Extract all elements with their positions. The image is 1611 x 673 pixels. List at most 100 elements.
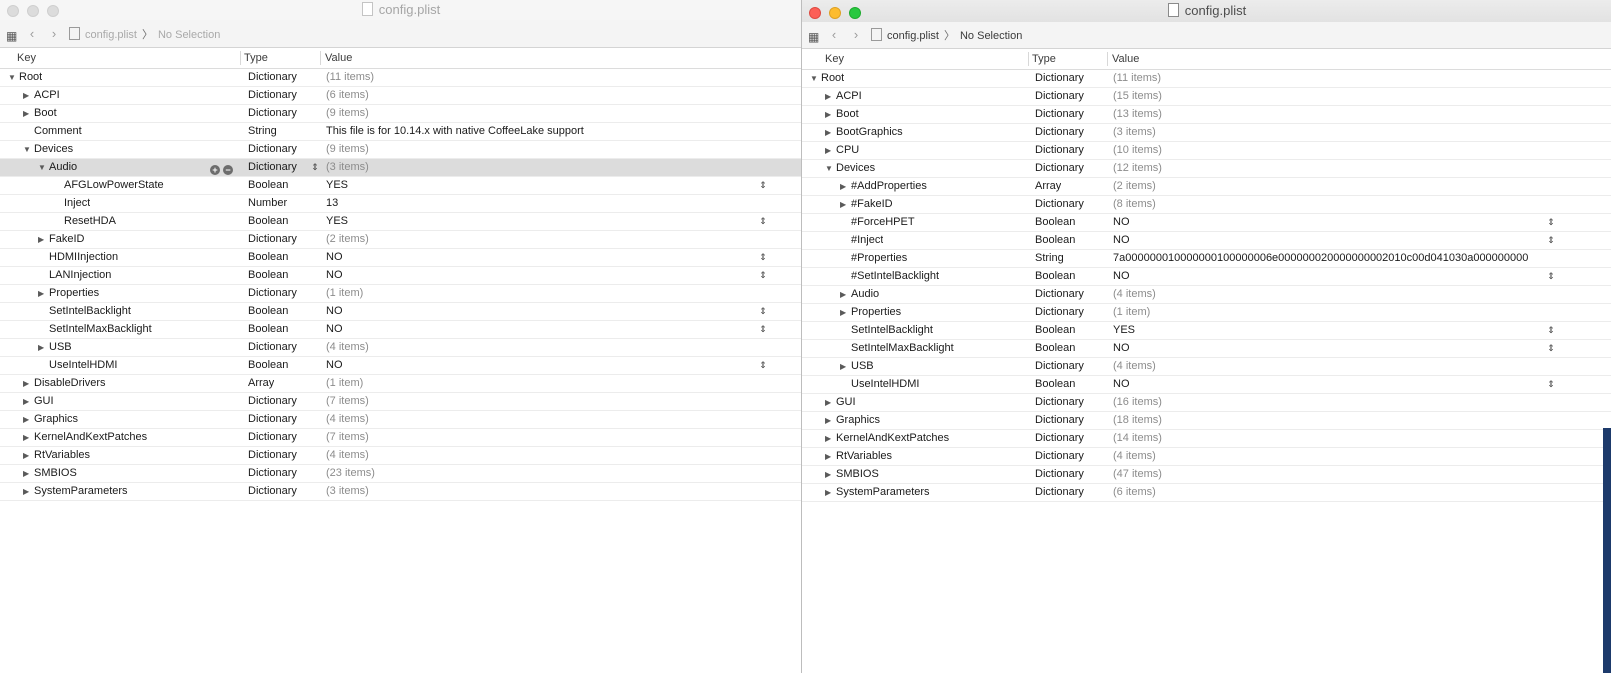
disclosure-right-icon[interactable]: ▶ — [840, 304, 851, 321]
disclosure-right-icon[interactable]: ▶ — [825, 142, 836, 159]
table-row[interactable]: ▼ Root Dictionary (11 items) — [0, 69, 802, 87]
disclosure-right-icon[interactable]: ▶ — [825, 106, 836, 123]
value-cell[interactable]: (4 items) — [1113, 286, 1592, 303]
key-cell[interactable]: ▼ Root — [8, 69, 42, 86]
disclosure-right-icon[interactable]: ▶ — [23, 411, 34, 428]
table-row[interactable]: ▶ #FakeID Dictionary (8 items) — [802, 196, 1611, 214]
type-cell[interactable]: Dictionary — [1035, 142, 1084, 159]
type-cell[interactable]: Dictionary — [248, 69, 297, 86]
table-row[interactable]: ▶ KernelAndKextPatches Dictionary (7 items) — [0, 429, 802, 447]
key-cell[interactable]: #Properties — [840, 250, 907, 267]
key-cell[interactable]: ▶ ACPI — [23, 87, 60, 104]
table-row[interactable]: ▶ USB Dictionary (4 items) — [0, 339, 802, 357]
value-cell[interactable]: NO — [326, 249, 782, 266]
path-file[interactable]: config.plist — [887, 30, 939, 42]
type-cell[interactable]: Dictionary — [1035, 70, 1084, 87]
column-type[interactable]: Type — [1032, 49, 1056, 69]
type-cell[interactable]: Boolean — [1035, 340, 1075, 357]
type-cell[interactable]: Boolean — [248, 177, 288, 194]
value-cell[interactable]: NO — [1113, 268, 1592, 285]
key-cell[interactable]: ▶ BootGraphics — [825, 124, 903, 141]
stepper-icon[interactable]: ⇕ — [1546, 268, 1556, 285]
key-cell[interactable]: #SetIntelBacklight — [840, 268, 939, 285]
type-cell[interactable]: Boolean — [248, 357, 288, 374]
minimize-button[interactable] — [829, 7, 841, 19]
title-bar[interactable]: config.plist — [0, 0, 802, 20]
disclosure-right-icon[interactable]: ▶ — [825, 430, 836, 447]
disclosure-down-icon[interactable]: ▼ — [8, 69, 19, 86]
value-cell[interactable]: (11 items) — [326, 69, 782, 86]
table-row[interactable]: ▶ #AddProperties Array (2 items) — [802, 178, 1611, 196]
stepper-icon[interactable]: ⇕ — [1546, 376, 1556, 393]
disclosure-right-icon[interactable]: ▶ — [23, 483, 34, 500]
type-cell[interactable]: Dictionary — [248, 141, 297, 158]
disclosure-right-icon[interactable]: ▶ — [825, 88, 836, 105]
table-row[interactable]: Comment String This file is for 10.14.x wi… — [0, 123, 802, 141]
key-cell[interactable]: LANInjection — [38, 267, 111, 284]
type-cell[interactable]: String — [248, 123, 277, 140]
table-row[interactable]: UseIntelHDMI Boolean NO ⇕ — [0, 357, 802, 375]
key-cell[interactable]: ▶ RtVariables — [23, 447, 90, 464]
table-row[interactable]: UseIntelHDMI Boolean NO ⇕ — [802, 376, 1611, 394]
value-cell[interactable]: (3 items) — [1113, 124, 1592, 141]
remove-item-icon[interactable]: − — [223, 165, 233, 175]
key-cell[interactable]: ResetHDA — [53, 213, 116, 230]
key-cell[interactable]: #Inject — [840, 232, 883, 249]
table-row[interactable]: ▶ ACPI Dictionary (6 items) — [0, 87, 802, 105]
key-cell[interactable]: ▶ Graphics — [23, 411, 78, 428]
type-cell[interactable]: Dictionary — [1035, 160, 1084, 177]
type-cell[interactable]: Dictionary — [248, 483, 297, 500]
stepper-icon[interactable]: ⇕ — [758, 321, 768, 338]
value-cell[interactable]: (4 items) — [326, 447, 782, 464]
type-cell[interactable]: Boolean — [1035, 268, 1075, 285]
key-cell[interactable]: Inject — [53, 195, 90, 212]
value-cell[interactable]: (2 items) — [1113, 178, 1592, 195]
key-cell[interactable]: ▶ #AddProperties — [840, 178, 927, 195]
table-row[interactable]: ▶ Graphics Dictionary (4 items) — [0, 411, 802, 429]
disclosure-right-icon[interactable]: ▶ — [825, 448, 836, 465]
grid-view-icon[interactable]: ▦ — [6, 30, 17, 42]
disclosure-right-icon[interactable]: ▶ — [38, 285, 49, 302]
value-cell[interactable]: (2 items) — [326, 231, 782, 248]
value-cell[interactable]: NO — [326, 267, 782, 284]
disclosure-right-icon[interactable]: ▶ — [38, 339, 49, 356]
value-cell[interactable]: (8 items) — [1113, 196, 1592, 213]
table-row[interactable]: SetIntelBacklight Boolean NO ⇕ — [0, 303, 802, 321]
key-cell[interactable]: ▶ Properties — [38, 285, 99, 302]
type-cell[interactable]: Dictionary — [1035, 286, 1084, 303]
value-cell[interactable]: NO — [326, 321, 782, 338]
value-cell[interactable]: (47 items) — [1113, 466, 1592, 483]
add-item-icon[interactable]: + — [210, 165, 220, 175]
type-cell[interactable]: Dictionary — [248, 429, 297, 446]
key-cell[interactable]: ▼ Devices — [825, 160, 875, 177]
table-row[interactable]: ▶ GUI Dictionary (7 items) — [0, 393, 802, 411]
key-cell[interactable]: ▶ KernelAndKextPatches — [825, 430, 949, 447]
value-cell[interactable]: (1 item) — [1113, 304, 1592, 321]
key-cell[interactable]: UseIntelHDMI — [840, 376, 919, 393]
key-cell[interactable]: ▶ RtVariables — [825, 448, 892, 465]
table-row[interactable]: HDMIInjection Boolean NO ⇕ — [0, 249, 802, 267]
table-row[interactable]: #Inject Boolean NO ⇕ — [802, 232, 1611, 250]
table-row[interactable]: ▶ CPU Dictionary (10 items) — [802, 142, 1611, 160]
key-cell[interactable]: ▶ GUI — [23, 393, 54, 410]
value-cell[interactable]: (6 items) — [1113, 484, 1592, 501]
value-cell[interactable]: This file is for 10.14.x with native Cof… — [326, 123, 782, 140]
disclosure-right-icon[interactable]: ▶ — [825, 412, 836, 429]
value-cell[interactable]: (7 items) — [326, 393, 782, 410]
type-cell[interactable]: Dictionary — [1035, 448, 1084, 465]
type-cell[interactable]: Boolean — [1035, 322, 1075, 339]
type-cell[interactable]: Dictionary — [248, 411, 297, 428]
key-cell[interactable]: ▶ SystemParameters — [825, 484, 930, 501]
table-row[interactable]: Inject Number 13 — [0, 195, 802, 213]
key-cell[interactable]: ▶ Audio — [840, 286, 879, 303]
value-cell[interactable]: NO — [326, 357, 782, 374]
key-cell[interactable]: HDMIInjection — [38, 249, 118, 266]
value-cell[interactable]: (3 items) — [326, 159, 782, 176]
stepper-icon[interactable]: ⇕ — [758, 357, 768, 374]
table-row[interactable]: ▶ KernelAndKextPatches Dictionary (14 items… — [802, 430, 1611, 448]
disclosure-right-icon[interactable]: ▶ — [23, 447, 34, 464]
table-row[interactable]: AFGLowPowerState Boolean YES ⇕ — [0, 177, 802, 195]
type-cell[interactable]: Boolean — [1035, 214, 1075, 231]
key-cell[interactable]: ▶ Properties — [840, 304, 901, 321]
key-cell[interactable]: ▶ #FakeID — [840, 196, 893, 213]
